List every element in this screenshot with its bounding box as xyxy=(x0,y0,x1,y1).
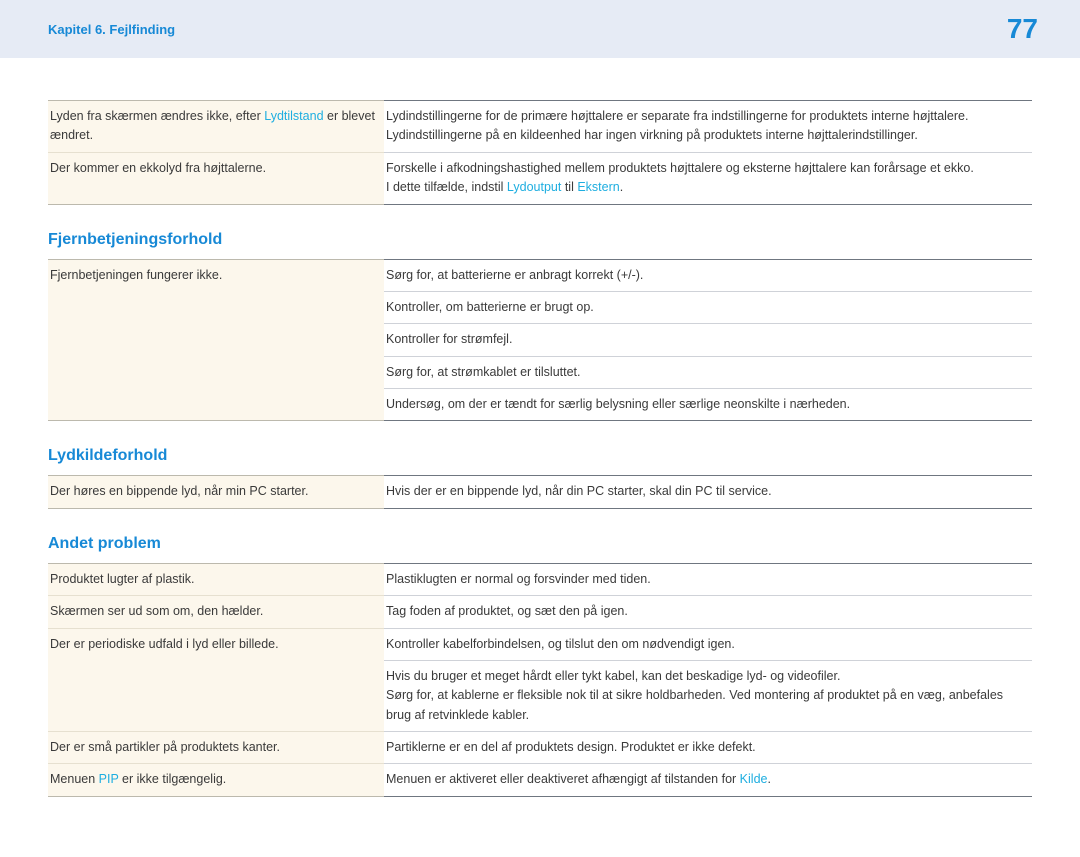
issue-cell: Fjernbetjeningen fungerer ikke. xyxy=(48,259,384,291)
issue-cell: Der er små partikler på produktets kante… xyxy=(48,732,384,764)
troubleshoot-table-initial: Lyden fra skærmen ændres ikke, efter Lyd… xyxy=(48,100,1032,205)
table-row: Lyden fra skærmen ændres ikke, efter Lyd… xyxy=(48,101,1032,153)
table-row: Der høres en bippende lyd, når min PC st… xyxy=(48,476,1032,508)
issue-cell: Der høres en bippende lyd, når min PC st… xyxy=(48,476,384,508)
solution-cell: Sørg for, at strømkablet er tilsluttet. xyxy=(384,356,1032,388)
section-heading-other: Andet problem xyxy=(48,535,1032,553)
solution-cell: Menuen er aktiveret eller deaktiveret af… xyxy=(384,764,1032,796)
table-row: Der er små partikler på produktets kante… xyxy=(48,732,1032,764)
table-row: Sørg for, at strømkablet er tilsluttet. xyxy=(48,356,1032,388)
solution-cell: Hvis der er en bippende lyd, når din PC … xyxy=(384,476,1032,508)
table-row: Fjernbetjeningen fungerer ikke. Sørg for… xyxy=(48,259,1032,291)
solution-cell: Undersøg, om der er tændt for særlig bel… xyxy=(384,389,1032,421)
solution-cell: Forskelle i afkodningshastighed mellem p… xyxy=(384,152,1032,204)
solution-cell: Plastiklugten er normal og forsvinder me… xyxy=(384,563,1032,595)
troubleshoot-table-other: Produktet lugter af plastik. Plastiklugt… xyxy=(48,563,1032,797)
page-content: Lyden fra skærmen ændres ikke, efter Lyd… xyxy=(0,58,1080,857)
issue-cell: Skærmen ser ud som om, den hælder. xyxy=(48,596,384,628)
solution-cell: Kontroller kabelforbindelsen, og tilslut… xyxy=(384,628,1032,660)
table-row: Hvis du bruger et meget hårdt eller tykt… xyxy=(48,660,1032,731)
solution-cell: Hvis du bruger et meget hårdt eller tykt… xyxy=(384,660,1032,731)
solution-cell: Tag foden af produktet, og sæt den på ig… xyxy=(384,596,1032,628)
issue-cell: Lyden fra skærmen ændres ikke, efter Lyd… xyxy=(48,101,384,153)
troubleshoot-table-remote: Fjernbetjeningen fungerer ikke. Sørg for… xyxy=(48,259,1032,422)
table-row: Der er periodiske udfald i lyd eller bil… xyxy=(48,628,1032,660)
table-row: Menuen PIP er ikke tilgængelig. Menuen e… xyxy=(48,764,1032,796)
issue-cell: Der kommer en ekkolyd fra højttalerne. xyxy=(48,152,384,204)
chapter-title: Kapitel 6. Fejlfinding xyxy=(48,22,175,37)
table-row: Undersøg, om der er tændt for særlig bel… xyxy=(48,389,1032,421)
chapter-header: Kapitel 6. Fejlfinding 77 xyxy=(0,0,1080,58)
page-number: 77 xyxy=(1007,13,1038,45)
issue-cell: Produktet lugter af plastik. xyxy=(48,563,384,595)
troubleshoot-table-soundsource: Der høres en bippende lyd, når min PC st… xyxy=(48,475,1032,508)
table-row: Der kommer en ekkolyd fra højttalerne. F… xyxy=(48,152,1032,204)
table-row: Produktet lugter af plastik. Plastiklugt… xyxy=(48,563,1032,595)
section-heading-soundsource: Lydkildeforhold xyxy=(48,447,1032,465)
section-heading-remote: Fjernbetjeningsforhold xyxy=(48,231,1032,249)
table-row: Skærmen ser ud som om, den hælder. Tag f… xyxy=(48,596,1032,628)
solution-cell: Kontroller for strømfejl. xyxy=(384,324,1032,356)
solution-cell: Lydindstillingerne for de primære højtta… xyxy=(384,101,1032,153)
issue-cell: Der er periodiske udfald i lyd eller bil… xyxy=(48,628,384,660)
issue-cell: Menuen PIP er ikke tilgængelig. xyxy=(48,764,384,796)
table-row: Kontroller for strømfejl. xyxy=(48,324,1032,356)
solution-cell: Kontroller, om batterierne er brugt op. xyxy=(384,291,1032,323)
solution-cell: Sørg for, at batterierne er anbragt korr… xyxy=(384,259,1032,291)
table-row: Kontroller, om batterierne er brugt op. xyxy=(48,291,1032,323)
solution-cell: Partiklerne er en del af produktets desi… xyxy=(384,732,1032,764)
